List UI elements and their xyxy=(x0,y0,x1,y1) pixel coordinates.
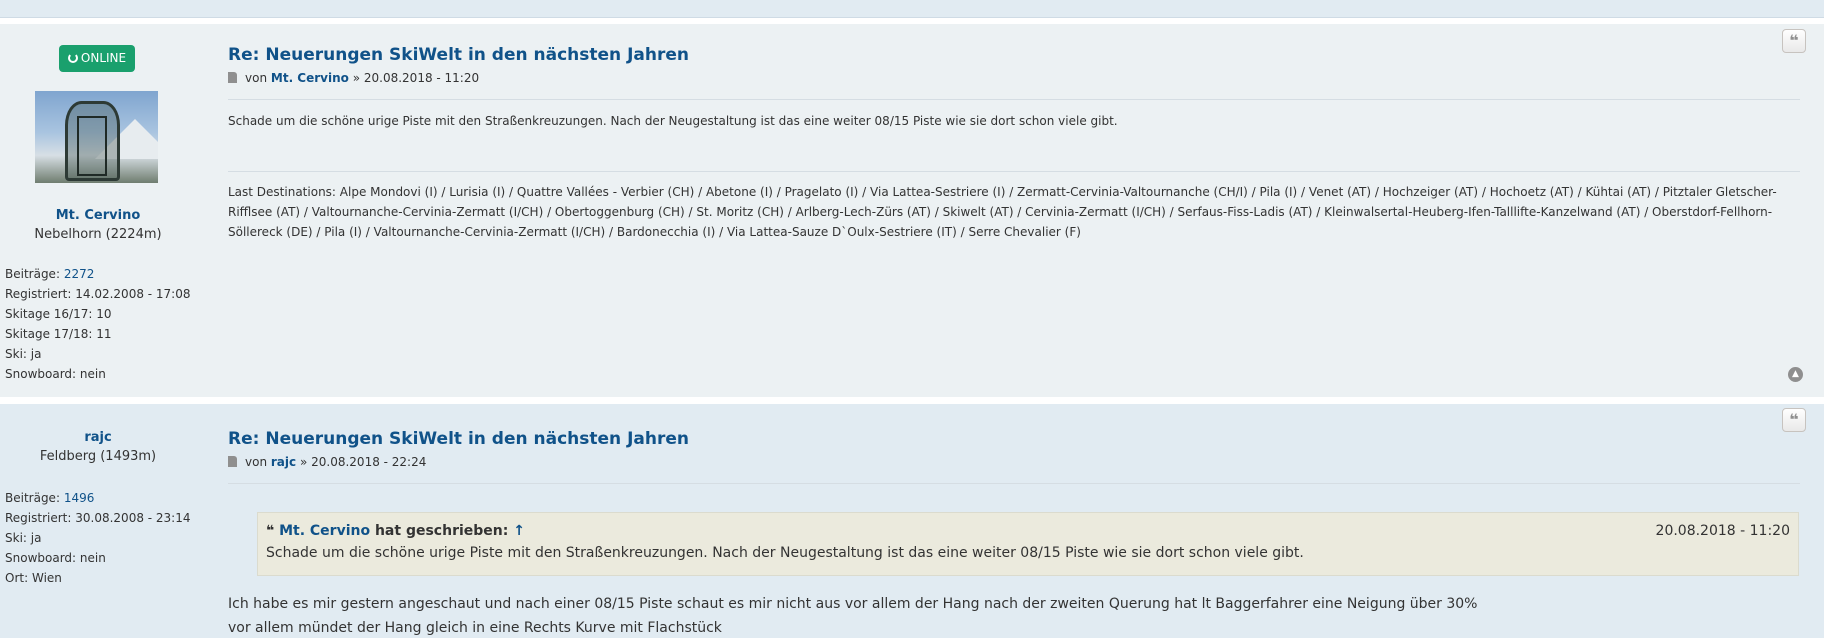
quote-header: ❝ Mt. Cervino hat geschrieben: ↑ xyxy=(266,523,525,539)
quote-text: Schade um die schöne urige Piste mit den… xyxy=(266,545,1304,561)
author-link[interactable]: Mt. Cervino xyxy=(271,71,349,85)
post-icon[interactable] xyxy=(228,456,237,467)
detail-ski: Ski: ja xyxy=(5,347,42,361)
detail-snowboard: Snowboard: nein xyxy=(5,551,106,565)
detail-snowboard: Snowboard: nein xyxy=(5,367,106,381)
quote-author-link[interactable]: Mt. Cervino xyxy=(279,523,370,539)
online-label: ONLINE xyxy=(80,51,127,65)
quote-icon: ❝ xyxy=(266,523,275,539)
signature: Last Destinations: Alpe Mondovi (I) / Lu… xyxy=(228,185,1777,239)
previous-post-strip xyxy=(0,0,1824,18)
detail-registered: Registriert: 14.02.2008 - 17:08 xyxy=(5,287,191,301)
posts-count-link[interactable]: 2272 xyxy=(64,267,95,281)
user-rank: Nebelhorn (2224m) xyxy=(34,227,162,242)
profile-details: Beiträge: 1496 Registriert: 30.08.2008 -… xyxy=(5,488,191,588)
avatar[interactable] xyxy=(35,91,158,183)
detail-skitage-1718: Skitage 17/18: 11 xyxy=(5,327,112,341)
post-content: Ich habe es mir gestern angeschaut und n… xyxy=(228,596,1478,636)
quote-date: 20.08.2018 - 11:20 xyxy=(1655,523,1790,539)
detail-registered: Registriert: 30.08.2008 - 23:14 xyxy=(5,511,191,525)
quote-button[interactable]: ❝ xyxy=(1782,408,1806,432)
post: ONLINE Mt. Cervino Nebelhorn (2224m) Bei… xyxy=(0,24,1824,397)
divider xyxy=(228,99,1800,100)
signature-divider xyxy=(228,171,1800,172)
post-meta: von Mt. Cervino » 20.08.2018 - 11:20 xyxy=(228,71,479,85)
detail-posts: Beiträge: 2272 xyxy=(5,267,95,281)
profile-details: Beiträge: 2272 Registriert: 14.02.2008 -… xyxy=(5,264,191,384)
post-meta: von rajc » 20.08.2018 - 22:24 xyxy=(228,455,426,469)
power-icon xyxy=(67,53,78,63)
user-rank: Feldberg (1493m) xyxy=(39,449,157,464)
detail-ski: Ski: ja xyxy=(5,531,42,545)
username-link[interactable]: Mt. Cervino xyxy=(0,208,196,223)
detail-skitage-1617: Skitage 16/17: 10 xyxy=(5,307,112,321)
post-title-link[interactable]: Re: Neuerungen SkiWelt in den nächsten J… xyxy=(228,429,689,449)
quote-icon: ❝ xyxy=(1789,31,1799,50)
quote-block: ❝ Mt. Cervino hat geschrieben: ↑ 20.08.2… xyxy=(257,512,1799,576)
quote-source-arrow-icon[interactable]: ↑ xyxy=(513,523,525,539)
post-title-link[interactable]: Re: Neuerungen SkiWelt in den nächsten J… xyxy=(228,45,689,65)
post-content: Schade um die schöne urige Piste mit den… xyxy=(228,114,1118,128)
author-link[interactable]: rajc xyxy=(271,455,296,469)
online-badge: ONLINE xyxy=(59,45,135,72)
detail-posts: Beiträge: 1496 xyxy=(5,491,95,505)
post: rajc Feldberg (1493m) Beiträge: 1496 Reg… xyxy=(0,404,1824,638)
quote-icon: ❝ xyxy=(1789,410,1799,429)
back-to-top-button[interactable]: ▲ xyxy=(1788,367,1803,382)
quote-button[interactable]: ❝ xyxy=(1782,29,1806,53)
back-to-top-icon: ▲ xyxy=(1792,369,1799,379)
detail-location: Ort: Wien xyxy=(5,571,62,585)
posts-count-link[interactable]: 1496 xyxy=(64,491,95,505)
divider xyxy=(228,483,1800,484)
username-link[interactable]: rajc xyxy=(0,430,196,445)
post-icon[interactable] xyxy=(228,72,237,83)
